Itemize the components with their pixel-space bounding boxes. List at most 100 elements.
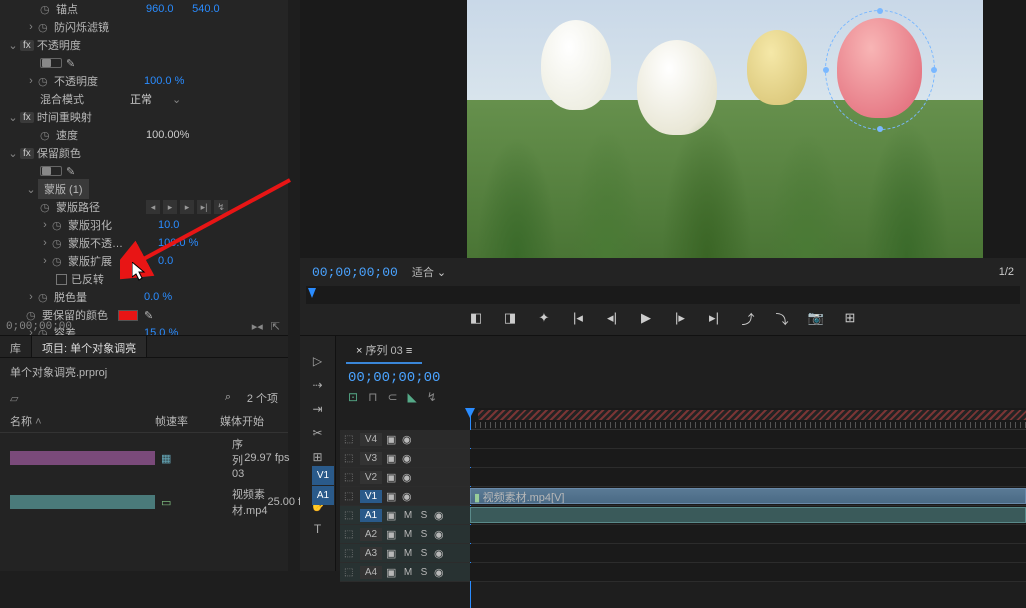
source-v1-patch[interactable]: V1 [312,466,334,485]
twirl-icon[interactable]: › [26,291,36,303]
track-play-icon[interactable]: ▸ [163,200,177,214]
twirl-icon[interactable]: ⌄ [8,39,18,52]
opacity-value[interactable]: 100.0 % [144,75,184,87]
zoom-dropdown[interactable]: 适合 ⌄ [412,264,446,280]
timeremap-row[interactable]: ⌄ fx 时间重映射 [0,108,288,126]
slip-tool-icon[interactable]: ⊞ [309,450,327,464]
track-step-icon[interactable]: ▸| [197,200,211,214]
stopwatch-icon[interactable] [38,21,50,33]
twirl-icon[interactable]: › [40,219,50,231]
col-start[interactable]: 媒体开始 [220,413,264,429]
tab-library[interactable]: 库 [0,336,32,357]
sequence-tab[interactable]: × 序列 03 ≡ [346,338,422,364]
pen-mask-icon[interactable]: ✎ [66,57,75,70]
stopwatch-icon[interactable] [38,291,50,303]
mark-in-icon[interactable]: ◧ [468,310,484,326]
monitor-ratio[interactable]: 1/2 [999,266,1014,278]
linked-sel-icon[interactable]: ⊂ [387,390,397,404]
track-body[interactable] [470,544,1026,562]
lock-icon[interactable]: ⬚ [344,567,356,578]
stopwatch-icon[interactable] [40,3,52,15]
lock-icon[interactable]: ⬚ [344,510,356,521]
track-body[interactable]: ▮ 视频素材.mp4[V] [470,487,1026,505]
decolorize-value[interactable]: 0.0 % [144,291,184,303]
twirl-icon[interactable]: ⌄ [8,147,18,160]
mask-group-row[interactable]: ⌄ 蒙版 (1) [0,180,288,198]
razor-tool-icon[interactable]: ✂ [309,426,327,440]
stopwatch-icon[interactable] [26,309,38,321]
chevron-down-icon[interactable]: ⌄ [172,93,181,106]
lock-icon[interactable]: ⬚ [344,434,356,445]
track-body[interactable] [470,449,1026,467]
fx-badge[interactable]: fx [20,148,34,159]
track-target-v3[interactable]: V3 [360,452,382,465]
anchor-y[interactable]: 540.0 [192,3,232,15]
track-fwd-icon[interactable]: ▸ [180,200,194,214]
tolerance-value[interactable]: 15.0 % [144,327,184,335]
solo-s[interactable]: S [418,548,430,559]
filter-icon[interactable]: ▱ [10,392,18,405]
maskopacity-row[interactable]: › 蒙版不透… 100.0 % [0,234,288,252]
eye-icon[interactable]: ▣ [386,490,398,503]
extract-icon[interactable]: ⤵ [774,310,790,326]
lock-icon[interactable]: ⬚ [344,453,356,464]
video-preview[interactable] [467,0,983,258]
mute-icon[interactable]: ▣ [386,566,398,579]
lock-icon[interactable]: ⬚ [344,548,356,559]
mute-m[interactable]: M [402,529,414,540]
mask-label[interactable]: 蒙版 (1) [38,179,89,199]
tab-project[interactable]: 项目: 单个对象调亮 [32,336,147,357]
timeline-timecode[interactable]: 00;00;00;00 [348,370,440,386]
add-marker-icon[interactable]: ✦ [536,310,552,326]
maskinvert-row[interactable]: 已反转 [0,270,288,288]
go-out-icon[interactable]: ▸| [706,310,722,326]
eye-icon[interactable]: ▣ [386,452,398,465]
export-frame-icon[interactable]: 📷 [808,310,824,326]
mute-icon[interactable]: ▣ [386,509,398,522]
solo-s[interactable]: S [418,510,430,521]
source-a1-patch[interactable]: A1 [312,486,334,505]
snap-icon[interactable]: ⊓ [368,390,377,404]
track-target-a4[interactable]: A4 [360,566,382,579]
eyedropper-icon[interactable]: ✎ [144,309,156,321]
leavecolor-fx-row[interactable]: ⌄ fx 保留颜色 [0,144,288,162]
keepcolor-swatch[interactable] [118,310,138,321]
mute-icon[interactable]: ▣ [386,528,398,541]
twirl-icon[interactable]: › [26,75,36,87]
voice-icon[interactable]: ◉ [434,509,446,522]
mute-m[interactable]: M [402,510,414,521]
list-item[interactable]: ▭视频素材.mp4 25.00 fps 00:01:35:03 [0,483,288,521]
speed-value[interactable]: 100.00% [146,129,189,141]
mute-m[interactable]: M [402,548,414,559]
track-body[interactable] [470,506,1026,524]
invert-checkbox[interactable] [56,274,67,285]
twirl-icon[interactable]: ⌄ [26,183,36,196]
effects-export-icon[interactable]: ⇱ [271,320,280,333]
lock-icon[interactable]: ⬚ [344,529,356,540]
track-target-a1[interactable]: A1 [360,509,382,522]
voice-icon[interactable]: ◉ [434,547,446,560]
track-target-a3[interactable]: A3 [360,547,382,560]
toggle-output-icon[interactable]: ◉ [402,490,414,503]
track-target-v4[interactable]: V4 [360,433,382,446]
mark-out-icon[interactable]: ◨ [502,310,518,326]
twirl-icon[interactable]: › [40,237,50,249]
stopwatch-icon[interactable] [52,237,64,249]
twirl-icon[interactable]: › [40,255,50,267]
fx-badge[interactable]: fx [20,40,34,51]
voice-icon[interactable]: ◉ [434,566,446,579]
maskexpand-value[interactable]: 0.0 [158,255,198,267]
play-icon[interactable]: ▶ [638,310,654,326]
opacity-row[interactable]: › 不透明度 100.0 % [0,72,288,90]
maskpath-row[interactable]: 蒙版路径 ◂ ▸ ▸ ▸| ↯ [0,198,288,216]
antiflicker-row[interactable]: › 防闪烁滤镜 [0,18,288,36]
type-tool-icon[interactable]: T [309,522,327,536]
maskopacity-value[interactable]: 100.0 % [158,237,198,249]
audio-clip[interactable] [470,507,1026,523]
effects-playback-icon[interactable]: ▸◂ [252,320,263,333]
track-target-v2[interactable]: V2 [360,471,382,484]
tl-settings-icon[interactable]: ↯ [427,390,437,404]
step-back-icon[interactable]: ◂| [604,310,620,326]
monitor-scrubber[interactable] [306,286,1020,304]
nest-icon[interactable]: ⊡ [348,390,358,404]
